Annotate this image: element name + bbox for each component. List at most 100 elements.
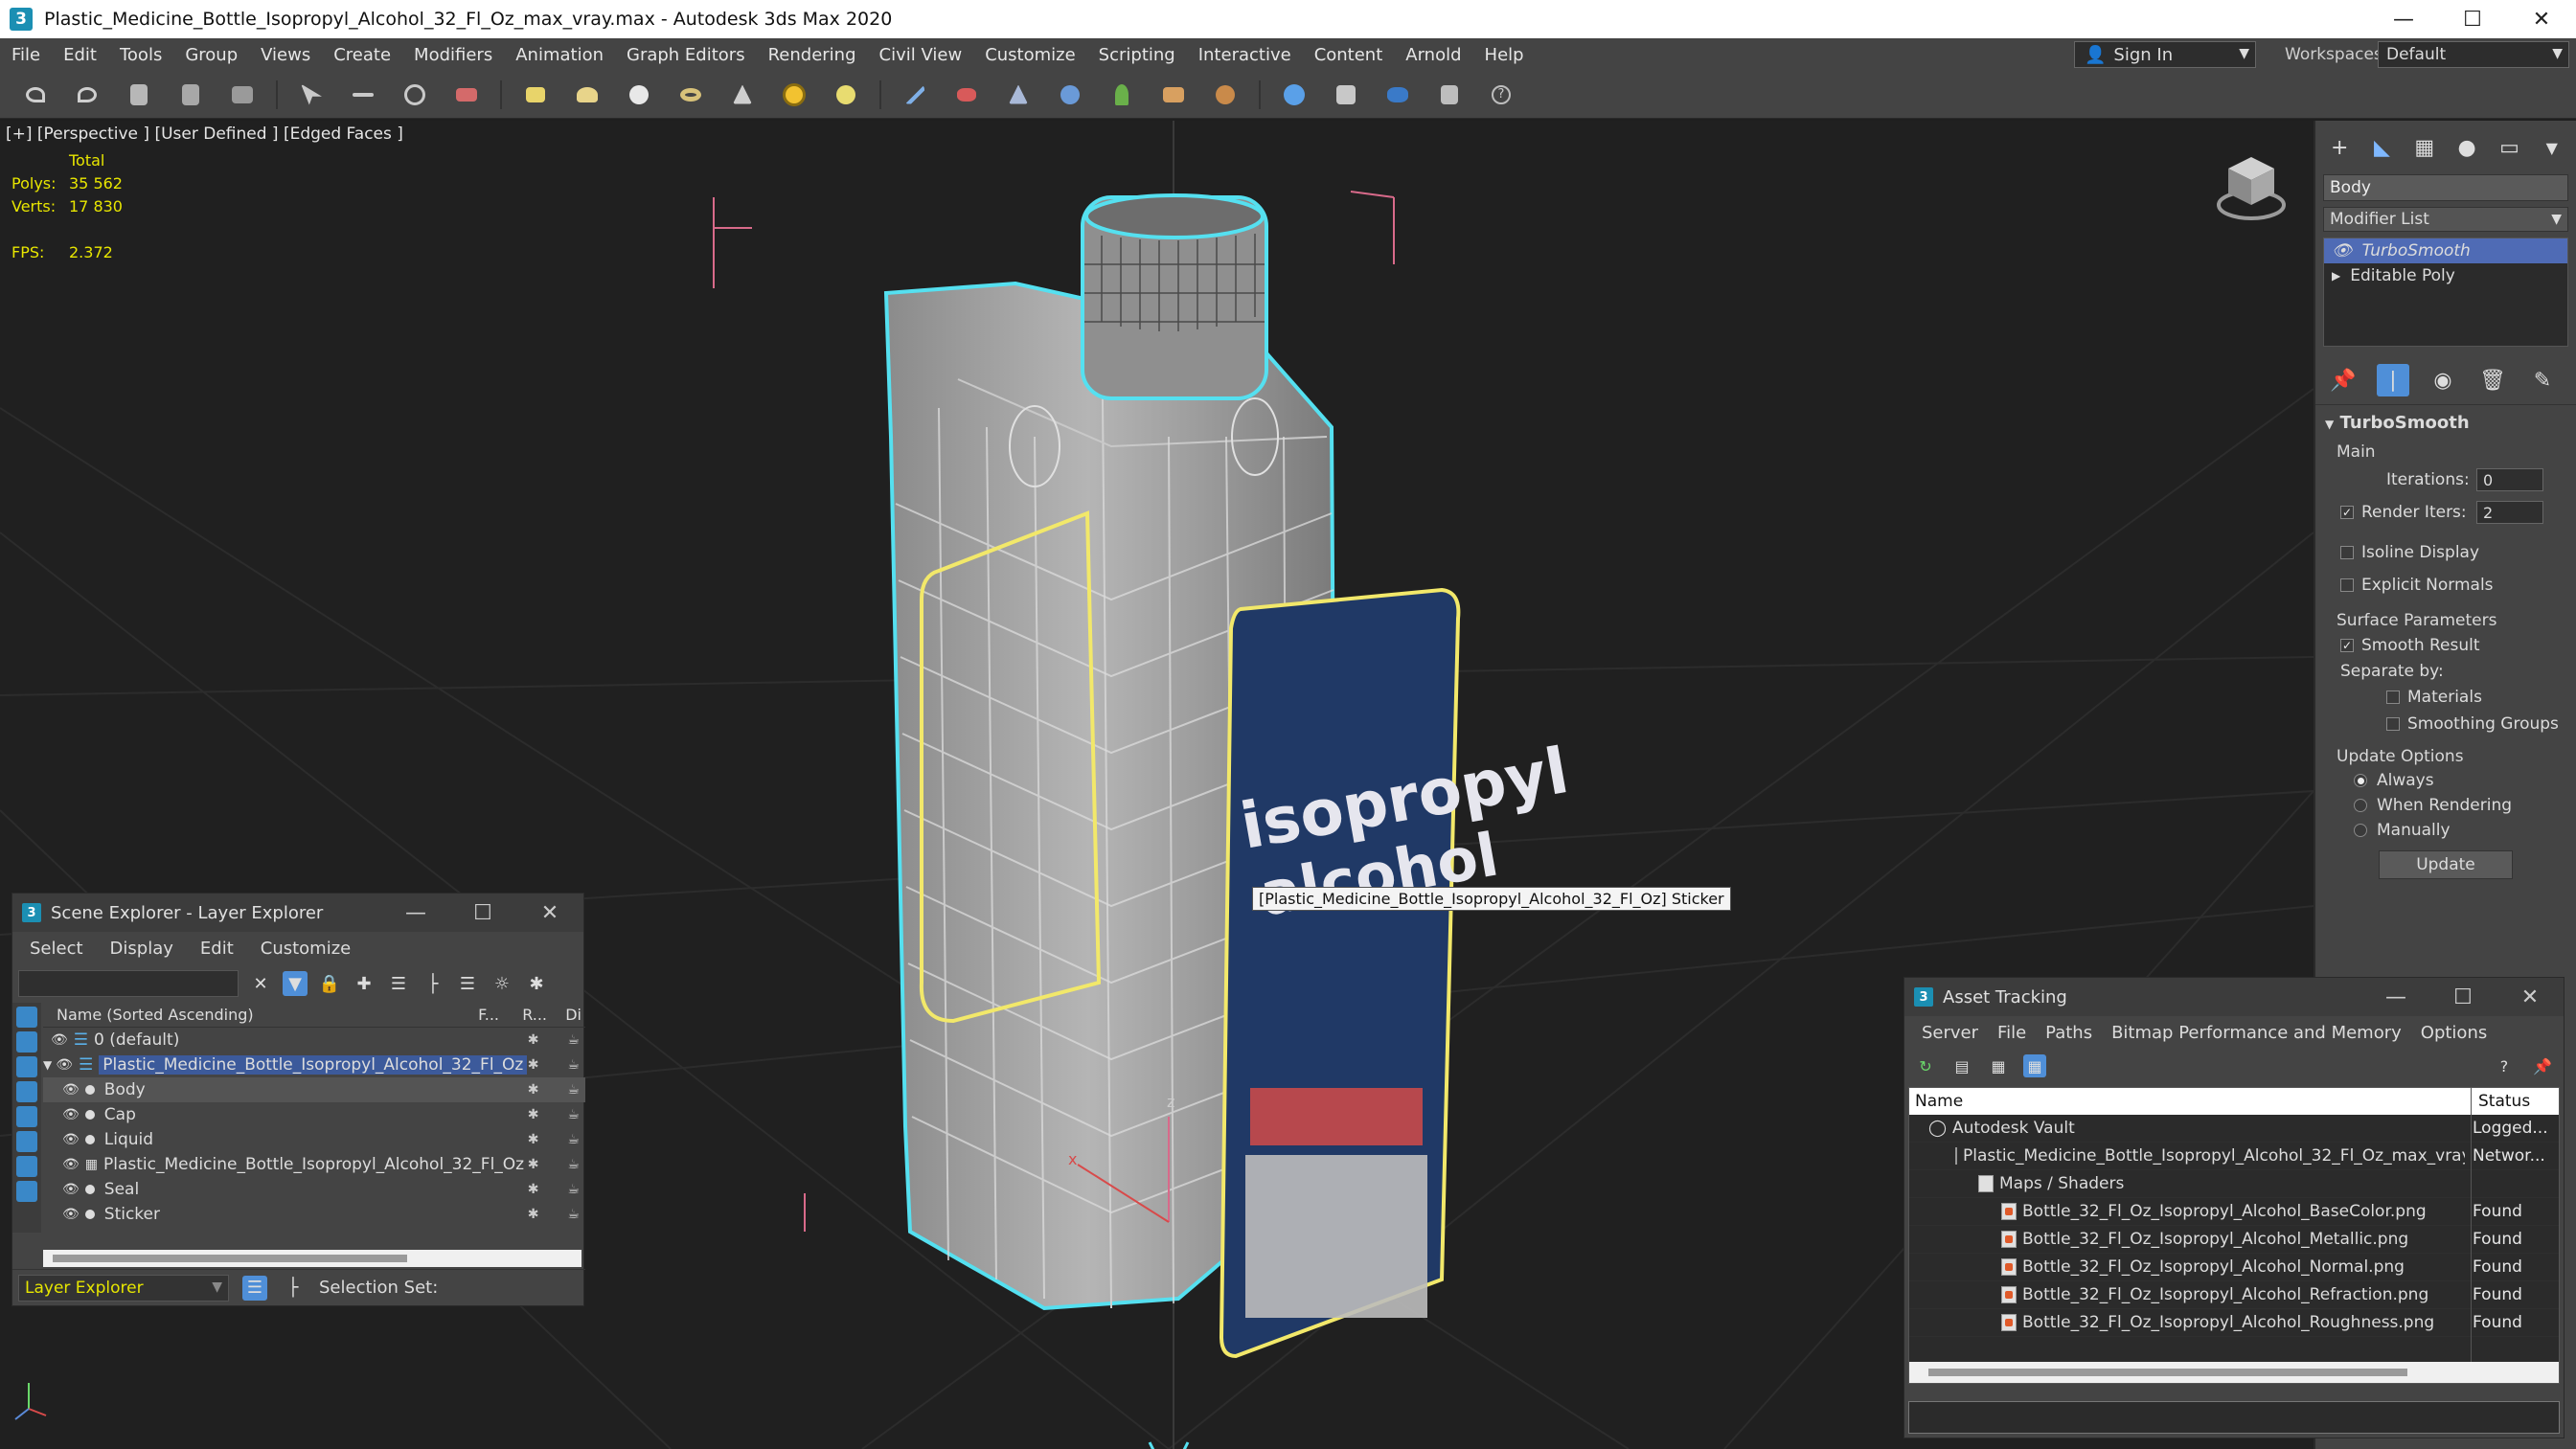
eye-icon[interactable]: 👁: [62, 1132, 80, 1147]
scene-explorer-titlebar[interactable]: 3 Scene Explorer - Layer Explorer — ☐ ✕: [12, 894, 583, 932]
expand-arrow-icon[interactable]: ▶: [2332, 269, 2340, 283]
sidebar-spacewarps-icon[interactable]: [16, 1131, 37, 1152]
asset-row-maps[interactable]: Maps / Shaders: [1909, 1170, 2559, 1198]
smooth-result-checkbox[interactable]: ✓: [2340, 639, 2354, 652]
col-r-header[interactable]: R...: [522, 1006, 547, 1024]
workspace-select[interactable]: Default ▼: [2378, 41, 2569, 68]
always-radio[interactable]: [2354, 774, 2367, 787]
link-button[interactable]: [121, 77, 157, 113]
help-icon[interactable]: ?: [2493, 1054, 2516, 1077]
horizontal-scrollbar[interactable]: [1909, 1362, 2559, 1383]
options-icon[interactable]: ✱: [524, 971, 549, 996]
col-d-header[interactable]: Di: [565, 1006, 581, 1024]
at-menu-server[interactable]: Server: [1922, 1023, 1978, 1043]
eye-icon[interactable]: 👁: [62, 1182, 80, 1197]
list-icon[interactable]: ▤: [1950, 1054, 1973, 1077]
hierarchy-tab-icon[interactable]: ▦: [2410, 134, 2439, 161]
layers-icon[interactable]: ☰: [386, 971, 411, 996]
sidebar-helpers-icon[interactable]: [16, 1106, 37, 1127]
menu-arnold[interactable]: Arnold: [1394, 45, 1472, 65]
at-menu-options[interactable]: Options: [2421, 1023, 2487, 1043]
sidebar-geometry-icon[interactable]: [16, 1031, 37, 1053]
menu-customize[interactable]: Customize: [973, 45, 1086, 65]
asset-tracking-titlebar[interactable]: 3 Asset Tracking — ☐ ✕: [1904, 978, 2564, 1016]
sidebar-objects-icon[interactable]: [16, 1007, 37, 1028]
tree-button[interactable]: [1104, 77, 1140, 113]
col-status-header[interactable]: Status: [2478, 1092, 2530, 1111]
close-button[interactable]: ✕: [516, 894, 583, 932]
object-name-field[interactable]: Body: [2323, 174, 2568, 201]
render-icon[interactable]: ☕: [567, 1032, 580, 1048]
se-menu-customize[interactable]: Customize: [261, 939, 351, 959]
object-row-liquid[interactable]: 👁 Liquid ✱ ☕: [43, 1127, 585, 1152]
select-scale-button[interactable]: [448, 77, 485, 113]
turbosmooth-rollout-title[interactable]: ▼ TurboSmooth: [2315, 404, 2576, 441]
eye-icon[interactable]: 👁: [51, 1032, 68, 1048]
render-iters-checkbox[interactable]: ✓: [2340, 506, 2354, 519]
scrollbar-thumb[interactable]: [1928, 1369, 2407, 1376]
sidebar-cameras-icon[interactable]: [16, 1081, 37, 1102]
add-layer-icon[interactable]: ✚: [352, 971, 376, 996]
redo-button[interactable]: [69, 77, 105, 113]
stack-item-editable-poly[interactable]: ▶ Editable Poly: [2324, 263, 2567, 288]
minimize-button[interactable]: —: [2369, 0, 2438, 38]
render-icon[interactable]: ☕: [567, 1182, 580, 1197]
sidebar-groups-icon[interactable]: [16, 1156, 37, 1177]
explorer-type-dropdown[interactable]: Layer Explorer ▼: [18, 1274, 229, 1302]
viewcube-icon[interactable]: [2213, 149, 2290, 226]
create-sphere-button[interactable]: [621, 77, 657, 113]
create-box-button[interactable]: [517, 77, 554, 113]
asset-row-refraction[interactable]: Bottle_32_Fl_Oz_Isopropyl_Alcohol_Refrac…: [1909, 1281, 2559, 1309]
object-row-body[interactable]: 👁 Body ✱ ☕: [43, 1077, 585, 1102]
search-input[interactable]: [18, 970, 239, 997]
menu-content[interactable]: Content: [1303, 45, 1395, 65]
material-editor-button[interactable]: [1276, 77, 1312, 113]
menu-views[interactable]: Views: [249, 45, 322, 65]
render-icon[interactable]: ☕: [567, 1157, 580, 1172]
menu-modifiers[interactable]: Modifiers: [402, 45, 504, 65]
bind-spacewarp-button[interactable]: [224, 77, 261, 113]
menu-scripting[interactable]: Scripting: [1087, 45, 1187, 65]
stack-layers-icon[interactable]: ☰: [455, 971, 480, 996]
eye-icon[interactable]: 👁: [62, 1157, 80, 1172]
motion-tab-icon[interactable]: ●: [2452, 134, 2481, 161]
hierarchy-icon[interactable]: ├: [421, 971, 445, 996]
iterations-spinner[interactable]: 0: [2476, 468, 2543, 491]
freeze-icon[interactable]: ✱: [528, 1057, 539, 1073]
lock-icon[interactable]: 🔒: [317, 971, 342, 996]
render-iters-spinner[interactable]: 2: [2476, 501, 2543, 524]
select-object-button[interactable]: [293, 77, 330, 113]
asset-row-metallic[interactable]: Bottle_32_Fl_Oz_Isopropyl_Alcohol_Metall…: [1909, 1226, 2559, 1254]
menu-tools[interactable]: Tools: [108, 45, 173, 65]
undo-button[interactable]: [17, 77, 54, 113]
menu-rendering[interactable]: Rendering: [757, 45, 868, 65]
close-button[interactable]: ✕: [2507, 0, 2576, 38]
menu-group[interactable]: Group: [173, 45, 249, 65]
sign-in-dropdown[interactable]: 👤 Sign In ▼: [2074, 41, 2256, 68]
create-tab-icon[interactable]: +: [2325, 134, 2354, 161]
modifier-list-dropdown[interactable]: Modifier List ▼: [2323, 207, 2568, 232]
material-button[interactable]: [1052, 77, 1088, 113]
asset-row-normal[interactable]: Bottle_32_Fl_Oz_Isopropyl_Alcohol_Normal…: [1909, 1254, 2559, 1281]
render-button[interactable]: [1379, 77, 1416, 113]
object-row-seal[interactable]: 👁 Seal ✱ ☕: [43, 1177, 585, 1202]
menu-interactive[interactable]: Interactive: [1187, 45, 1303, 65]
light-bulb-icon[interactable]: ☼: [490, 971, 514, 996]
select-move-button[interactable]: [345, 77, 381, 113]
eye-icon[interactable]: 👁: [62, 1082, 80, 1098]
eye-icon[interactable]: 👁: [62, 1107, 80, 1122]
col-name-header[interactable]: Name: [1909, 1092, 1963, 1111]
menu-help[interactable]: Help: [1473, 45, 1536, 65]
minimize-button[interactable]: —: [382, 894, 449, 932]
menu-graph-editors[interactable]: Graph Editors: [615, 45, 757, 65]
eye-icon[interactable]: 👁: [2332, 241, 2353, 260]
dynamics-button[interactable]: [1207, 77, 1243, 113]
unlink-button[interactable]: [172, 77, 209, 113]
particles-button[interactable]: [897, 77, 933, 113]
menu-create[interactable]: Create: [322, 45, 402, 65]
render-icon[interactable]: ☕: [567, 1057, 580, 1073]
se-menu-display[interactable]: Display: [110, 939, 173, 959]
filter-icon[interactable]: ▼: [283, 971, 308, 996]
maximize-button[interactable]: ☐: [2438, 0, 2507, 38]
close-button[interactable]: ✕: [2496, 978, 2564, 1016]
